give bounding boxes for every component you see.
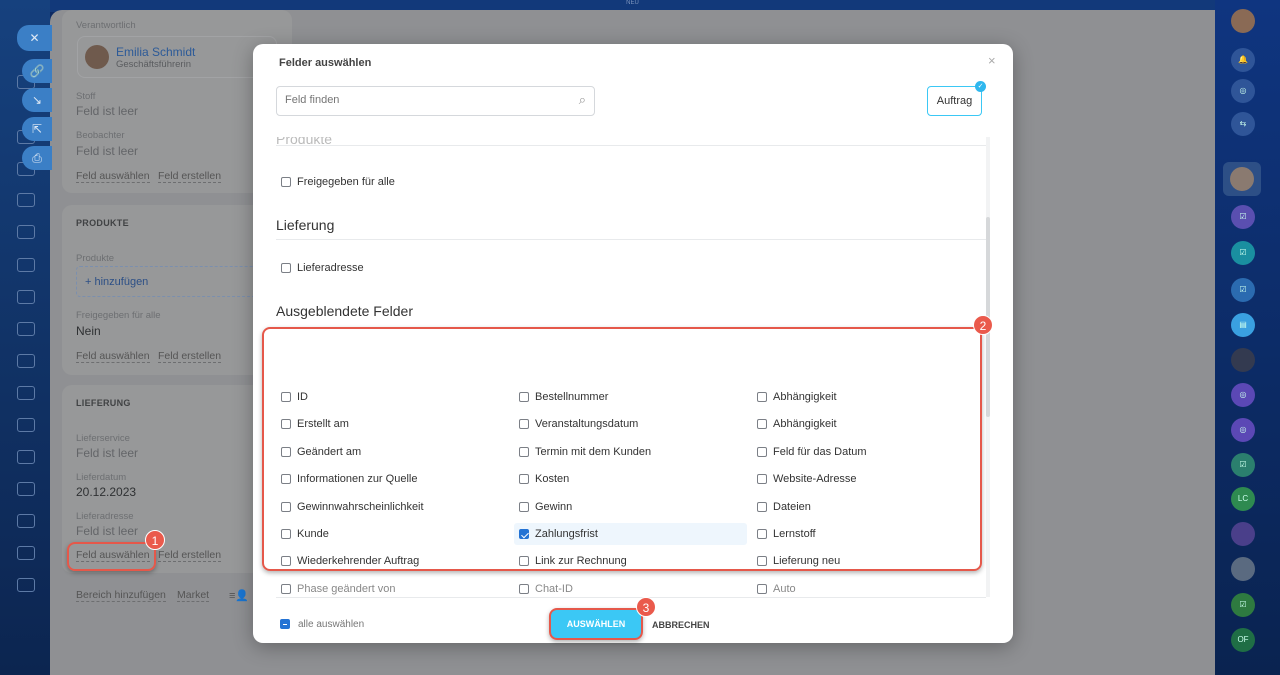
field-value: Feld ist leer — [76, 524, 139, 538]
file-icon[interactable] — [17, 225, 35, 239]
dialog-title: Felder auswählen — [279, 57, 372, 69]
new-label: NEU — [626, 0, 639, 6]
contact-avatar[interactable] — [1231, 522, 1255, 546]
field-value: 20.12.2023 — [76, 485, 137, 499]
annotation-box-3 — [549, 608, 643, 640]
delivery-section-title: LIEFERUNG — [76, 398, 131, 408]
group-lc[interactable]: LC — [1231, 487, 1255, 511]
select-all-label: alle auswählen — [298, 619, 365, 630]
field-option[interactable]: Phase geändert von — [276, 578, 509, 597]
field-option[interactable]: Auto — [752, 578, 985, 597]
field-option[interactable]: Lieferadresse — [276, 257, 509, 279]
link-icon[interactable]: 🔗 — [22, 59, 52, 83]
checkbox[interactable] — [281, 583, 291, 594]
external-icon[interactable]: ⇱ — [22, 117, 52, 141]
annotation-badge-2: 2 — [973, 315, 993, 335]
cancel-button[interactable]: ABBRECHEN — [652, 620, 710, 630]
field-value: Feld ist leer — [76, 446, 139, 460]
task-chat-icon[interactable]: ☑ — [1231, 241, 1255, 265]
board-icon[interactable] — [17, 258, 35, 272]
user-list-icon[interactable]: ≡👤 — [229, 589, 249, 602]
task-chat-icon[interactable]: ☑ — [1231, 453, 1255, 477]
indeterminate-icon — [280, 619, 290, 630]
responsible-label: Verantwortlich — [76, 20, 136, 31]
field-option[interactable]: Freigegeben für alle — [276, 171, 509, 193]
target-icon[interactable] — [17, 578, 35, 592]
print-icon[interactable]: ⎙ — [22, 146, 52, 170]
field-search-input[interactable] — [285, 94, 555, 106]
checkbox[interactable] — [281, 263, 291, 274]
entity-button-auftrag[interactable]: Auftrag — [927, 86, 982, 116]
task-chat-icon[interactable]: ☑ — [1231, 278, 1255, 302]
annotation-box-2 — [262, 327, 982, 571]
channel-icon[interactable]: ◎ — [1231, 383, 1255, 407]
task-icon[interactable] — [17, 290, 35, 304]
channel-icon[interactable]: ◎ — [1231, 418, 1255, 442]
field-option[interactable]: Chat-ID — [514, 578, 747, 597]
responsible-box[interactable]: Emilia Schmidt Geschäftsführerin — [77, 36, 277, 78]
select-field-link[interactable]: Feld auswählen — [76, 170, 150, 183]
shared-value: Nein — [76, 324, 101, 338]
create-field-link[interactable]: Feld erstellen — [158, 350, 222, 363]
chat-contact-active[interactable] — [1223, 162, 1261, 196]
field-label: Lieferadresse — [76, 511, 134, 522]
field-label: Lieferservice — [76, 433, 130, 444]
section-title-hidden: Ausgeblendete Felder — [276, 303, 413, 319]
sync-chat-icon[interactable]: ⇆ — [1231, 112, 1255, 136]
check-badge-icon: ✓ — [975, 81, 986, 92]
field-option-label: Chat-ID — [535, 582, 573, 595]
chat-icon[interactable] — [17, 322, 35, 336]
add-product-button[interactable]: + hinzufügen — [76, 266, 276, 297]
annotation-badge-3: 3 — [636, 597, 656, 617]
checkbox[interactable] — [519, 583, 529, 594]
market-link[interactable]: Market — [177, 589, 210, 602]
download-icon[interactable]: ↘ — [22, 88, 52, 112]
section-title-delivery: Lieferung — [276, 217, 335, 233]
group-avatar[interactable] — [1231, 557, 1255, 581]
annotation-box-1 — [67, 542, 156, 571]
sign-icon[interactable] — [17, 386, 35, 400]
group-of[interactable]: OF — [1231, 628, 1255, 652]
search-icon: ⌕ — [578, 92, 586, 107]
contact-avatar[interactable] — [1231, 348, 1255, 372]
chart-icon[interactable] — [17, 514, 35, 528]
cart-icon[interactable] — [17, 546, 35, 560]
task-chat-icon[interactable]: ☑ — [1231, 593, 1255, 617]
close-icon[interactable]: ✕ — [17, 25, 52, 51]
field-label: Stoff — [76, 91, 96, 102]
activity-icon[interactable]: ◎ — [1231, 79, 1255, 103]
add-area-link[interactable]: Bereich hinzufügen — [76, 589, 166, 602]
user-avatar[interactable] — [1231, 9, 1255, 33]
annotation-badge-1: 1 — [145, 530, 165, 550]
id-card-icon[interactable] — [17, 482, 35, 496]
checkbox[interactable] — [281, 177, 291, 188]
calendar-icon[interactable] — [17, 354, 35, 368]
responsible-name[interactable]: Emilia Schmidt — [116, 45, 195, 59]
field-option-label: Phase geändert von — [297, 582, 396, 595]
field-value: Feld ist leer — [76, 104, 139, 118]
field-search[interactable]: ⌕ — [276, 86, 595, 116]
card-icon[interactable] — [17, 193, 35, 207]
shared-label: Freigegeben für alle — [76, 310, 161, 321]
field-label: Beobachter — [76, 130, 125, 141]
create-field-link[interactable]: Feld erstellen — [158, 170, 222, 183]
close-icon[interactable]: × — [988, 53, 996, 68]
checkbox[interactable] — [757, 583, 767, 594]
chat-bubble-icon[interactable]: ▤ — [1231, 313, 1255, 337]
field-option-label: Auto — [773, 582, 796, 595]
products-section-title: PRODUKTE — [76, 218, 129, 228]
products-label: Produkte — [76, 253, 115, 264]
scrollbar[interactable] — [986, 137, 990, 597]
field-value: Feld ist leer — [76, 144, 139, 158]
select-all-checkbox[interactable]: alle auswählen — [280, 619, 364, 630]
bell-icon[interactable]: 🔔 — [1231, 48, 1255, 72]
field-label: Lieferdatum — [76, 472, 127, 483]
create-field-link[interactable]: Feld erstellen — [158, 549, 222, 562]
responsible-role: Geschäftsführerin — [116, 59, 191, 70]
warehouse-icon[interactable] — [17, 450, 35, 464]
select-field-link[interactable]: Feld auswählen — [76, 350, 150, 363]
task-chat-icon[interactable]: ☑ — [1231, 205, 1255, 229]
filter-icon[interactable] — [17, 418, 35, 432]
avatar — [85, 45, 109, 69]
